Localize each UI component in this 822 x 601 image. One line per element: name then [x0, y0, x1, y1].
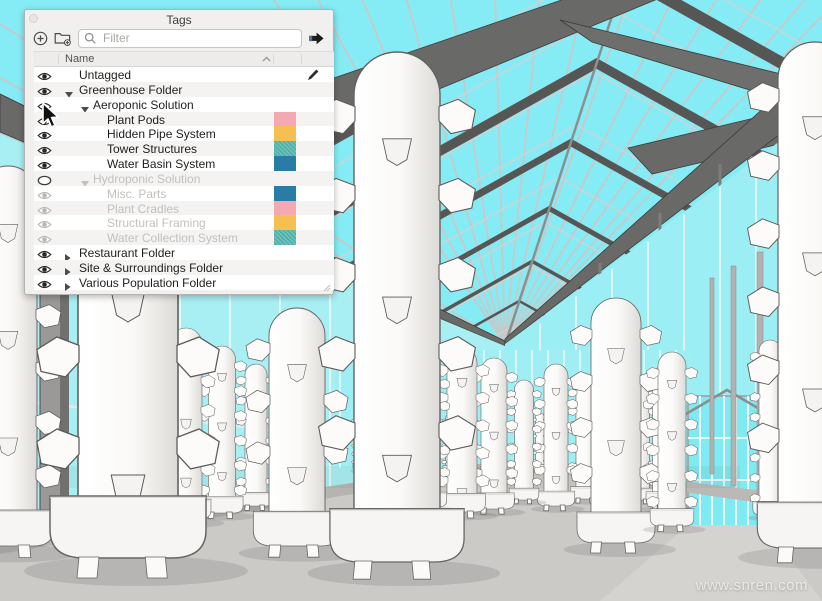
tags-panel-titlebar: Tags	[25, 10, 333, 27]
name-column-header[interactable]: Name	[65, 53, 94, 65]
tag-label: Water Collection System	[107, 231, 238, 246]
tag-row-greenhouse-folder[interactable]: Greenhouse Folder	[34, 81, 334, 98]
tag-color-swatch[interactable]	[274, 111, 296, 127]
resize-grip[interactable]	[321, 282, 331, 292]
tag-label: Greenhouse Folder	[79, 82, 183, 97]
visibility-eye-icon[interactable]	[37, 203, 52, 214]
tag-color-swatch[interactable]	[274, 156, 296, 171]
tag-label: Untagged	[79, 68, 132, 82]
tag-row-tower-structures[interactable]: Tower Structures	[34, 141, 334, 156]
visibility-eye-icon[interactable]	[37, 69, 52, 81]
details-arrow-button[interactable]	[308, 31, 325, 46]
visibility-eye-icon[interactable]	[37, 217, 52, 229]
tag-row-plant-cradles[interactable]: Plant Cradles	[34, 200, 334, 216]
tag-label: Plant Cradles	[107, 201, 180, 216]
tag-row-restaurant-folder[interactable]: Restaurant Folder	[34, 245, 334, 262]
tag-row-hydroponic-solution[interactable]: Hydroponic Solution	[34, 170, 334, 188]
tags-panel: Tags Filter Name Untagged Greenhouse Fol…	[24, 9, 334, 295]
panel-title: Tags	[166, 13, 192, 27]
tag-row-water-basin-system[interactable]: Water Basin System	[34, 156, 334, 171]
tag-row-water-collection-system[interactable]: Water Collection System	[34, 230, 334, 245]
add-tag-button[interactable]	[33, 31, 48, 46]
tag-color-swatch[interactable]	[274, 200, 296, 216]
tags-table: Name Untagged Greenhouse Folder Aeroponi…	[34, 51, 334, 292]
tag-label: Restaurant Folder	[79, 246, 176, 261]
circle-plus-icon	[33, 31, 48, 45]
tag-rows-list: Untagged Greenhouse Folder Aeroponic Sol…	[34, 67, 334, 292]
details-arrow-icon	[309, 32, 324, 44]
tag-color-swatch[interactable]	[274, 141, 296, 157]
tags-toolbar	[25, 26, 333, 50]
tag-color-swatch[interactable]	[274, 185, 296, 201]
sort-chevron-up-icon	[262, 56, 271, 62]
tag-label: Tower Structures	[107, 142, 198, 157]
filter-field-wrap	[78, 28, 302, 48]
tag-label: Hidden Pipe System	[107, 127, 216, 142]
tag-color-swatch[interactable]	[274, 215, 296, 231]
visibility-eye-icon[interactable]	[37, 188, 52, 199]
add-folder-button[interactable]	[54, 31, 72, 46]
column-separator	[273, 54, 274, 64]
application-window: www.snren.com Tags Filter Name Untagged …	[0, 0, 822, 601]
visibility-eye-icon[interactable]	[37, 158, 52, 170]
visibility-eye-icon[interactable]	[37, 143, 52, 155]
visibility-eye-icon[interactable]	[37, 277, 52, 288]
tag-label: Aeroponic Solution	[93, 97, 194, 112]
visibility-eye-icon[interactable]	[37, 128, 52, 140]
tag-row-various-population-folder[interactable]: Various Population Folder	[34, 274, 334, 292]
tag-label: Hydroponic Solution	[93, 171, 201, 186]
visibility-eye-icon[interactable]	[37, 262, 52, 274]
tag-row-site-surroundings-folder[interactable]: Site & Surroundings Folder	[34, 259, 334, 277]
panel-close-dot[interactable]	[29, 14, 38, 23]
column-separator	[301, 54, 302, 64]
visibility-eye-icon[interactable]	[37, 247, 52, 259]
tag-label: Plant Pods	[107, 112, 166, 127]
tag-row-plant-pods[interactable]: Plant Pods	[34, 111, 334, 127]
tag-label: Structural Framing	[107, 216, 206, 231]
column-separator	[58, 54, 59, 64]
tag-row-aeroponic-solution[interactable]: Aeroponic Solution	[34, 96, 334, 113]
mouse-cursor	[42, 102, 59, 128]
search-icon	[84, 32, 96, 44]
folder-plus-icon	[54, 32, 71, 46]
tag-row-structural-framing[interactable]: Structural Framing	[34, 215, 334, 230]
watermark-text: www.snren.com	[695, 577, 808, 594]
tags-table-header[interactable]: Name	[34, 51, 334, 67]
tag-color-swatch[interactable]	[274, 230, 296, 246]
tag-color-swatch[interactable]	[274, 126, 296, 142]
tag-label: Misc. Parts	[107, 186, 167, 201]
filter-input[interactable]	[78, 28, 302, 48]
tag-row-misc-parts[interactable]: Misc. Parts	[34, 185, 334, 201]
visibility-eye-icon[interactable]	[37, 173, 52, 186]
visibility-eye-icon[interactable]	[37, 232, 52, 244]
tag-row-untagged[interactable]: Untagged	[34, 67, 334, 82]
tag-row-hidden-pipe-system[interactable]: Hidden Pipe System	[34, 126, 334, 141]
visibility-eye-icon[interactable]	[37, 84, 52, 95]
expand-arrow-icon[interactable]	[65, 278, 71, 296]
tag-label: Site & Surroundings Folder	[79, 260, 224, 275]
tag-label: Various Population Folder	[79, 275, 217, 290]
tag-label: Water Basin System	[107, 157, 216, 172]
